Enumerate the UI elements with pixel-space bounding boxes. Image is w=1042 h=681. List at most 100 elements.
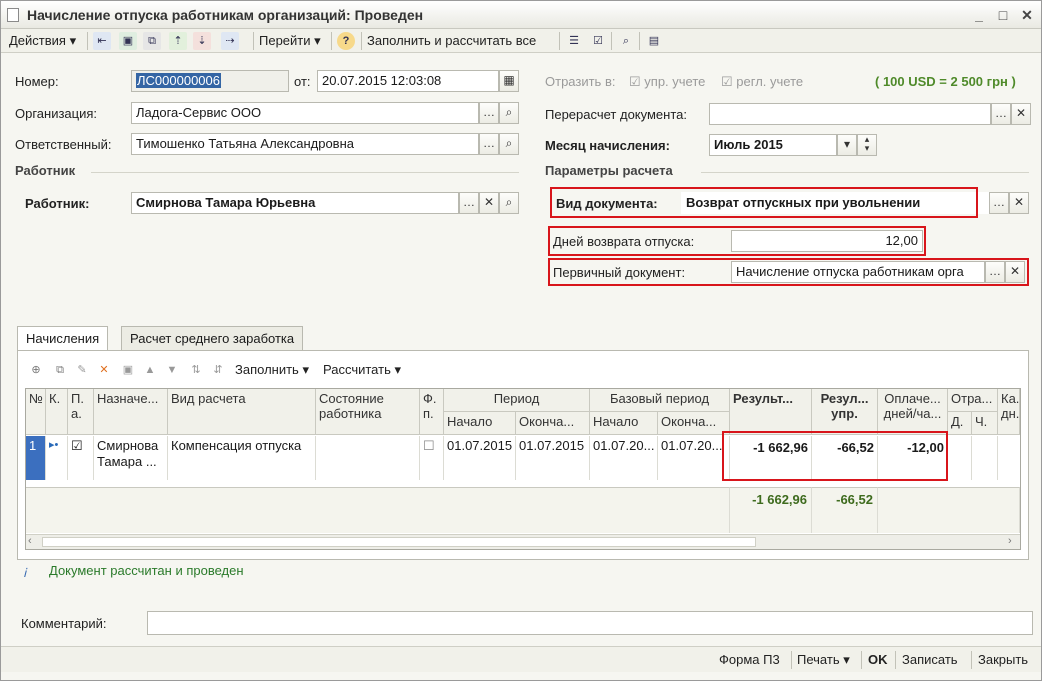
save-button[interactable]: Записать: [902, 652, 958, 667]
print-menu[interactable]: Печать ▾: [797, 652, 850, 668]
recalc-field[interactable]: [709, 103, 991, 125]
row-end[interactable]: 01.07.2015: [516, 436, 590, 480]
move-down-icon[interactable]: ⇣: [193, 32, 211, 50]
number-label: Номер:: [15, 74, 59, 89]
open-responsible-icon[interactable]: ⌕: [499, 133, 519, 155]
result-upr-line2: упр.: [831, 406, 858, 421]
fill-menu[interactable]: Заполнить ▾: [235, 360, 309, 380]
col-header-assignment[interactable]: Назначе...: [94, 389, 168, 435]
tab-average-earnings[interactable]: Расчет среднего заработка: [121, 326, 304, 351]
col-header-no[interactable]: №: [26, 389, 46, 435]
form-p3-button[interactable]: Форма П3: [719, 652, 780, 667]
select-worker-button[interactable]: …: [459, 192, 479, 214]
move-row-up-icon[interactable]: ▲: [141, 361, 159, 379]
month-spinner[interactable]: ▴ ▾: [857, 134, 877, 156]
calendar-icon[interactable]: ▦: [499, 70, 519, 92]
worker-field[interactable]: Смирнова Тамара Юрьевна: [131, 192, 459, 214]
open-organization-icon[interactable]: ⌕: [499, 102, 519, 124]
col-header-p[interactable]: П. а.: [68, 389, 94, 435]
month-field[interactable]: Июль 2015: [709, 134, 837, 156]
scroll-right-icon[interactable]: ›: [1008, 535, 1012, 547]
move-row-down-icon[interactable]: ▼: [163, 361, 181, 379]
month-dropdown-icon[interactable]: ▾: [837, 134, 857, 156]
calculate-menu[interactable]: Рассчитать ▾: [323, 360, 401, 380]
list-icon[interactable]: ☰: [565, 32, 583, 50]
row-number[interactable]: 1: [26, 436, 46, 480]
help-icon[interactable]: ?: [337, 32, 355, 50]
add-row-icon[interactable]: ⊕: [27, 361, 45, 379]
col-header-otr[interactable]: Отра...: [948, 389, 998, 412]
col-header-paid[interactable]: Оплаче... дней/ча...: [878, 389, 948, 435]
regl-checkbox[interactable]: ☑ регл. учете: [721, 74, 803, 90]
col-header-base-period[interactable]: Базовый период: [590, 389, 730, 412]
structure-icon[interactable]: ▣: [119, 32, 137, 50]
row-state[interactable]: [316, 436, 420, 480]
close-window-button[interactable]: ✕: [1017, 5, 1037, 25]
sort-asc-icon[interactable]: ⇅: [187, 361, 205, 379]
row-assignment[interactable]: Смирнова Тамара ...: [94, 436, 168, 480]
horizontal-scrollbar[interactable]: ‹ ›: [26, 534, 1020, 549]
number-field[interactable]: ЛС000000006: [131, 70, 289, 92]
row-f-checkbox[interactable]: ☐: [420, 436, 444, 480]
row-d[interactable]: [948, 436, 972, 480]
row-checkbox[interactable]: ☑: [68, 436, 94, 480]
goto-menu[interactable]: Перейти ▾: [259, 31, 321, 51]
col-header-ka[interactable]: Ка. дн.: [998, 389, 1020, 435]
preview-icon[interactable]: ⌕: [617, 32, 635, 50]
comment-field[interactable]: [147, 611, 1033, 635]
sort-desc-icon[interactable]: ⇵: [209, 361, 227, 379]
col-header-calc-type[interactable]: Вид расчета: [168, 389, 316, 435]
minimize-button[interactable]: _: [969, 5, 989, 25]
report-icon[interactable]: ▤: [645, 32, 663, 50]
date-field[interactable]: 20.07.2015 12:03:08: [317, 70, 499, 92]
delete-row-icon[interactable]: ✕: [95, 361, 113, 379]
open-worker-icon[interactable]: ⌕: [499, 192, 519, 214]
responsible-field[interactable]: Тимошенко Татьяна Александровна: [131, 133, 479, 155]
calculate-label: Рассчитать: [323, 362, 391, 377]
col-header-k[interactable]: К.: [46, 389, 68, 435]
row-calc-type[interactable]: Компенсация отпуска: [168, 436, 316, 480]
clear-doctype-button[interactable]: ✕: [1009, 192, 1029, 214]
col-header-d[interactable]: Д.: [948, 412, 972, 435]
select-responsible-button[interactable]: …: [479, 133, 499, 155]
col-header-end[interactable]: Оконча...: [516, 412, 590, 435]
col-header-result[interactable]: Результ...: [730, 389, 812, 435]
fill-calc-all-button[interactable]: Заполнить и рассчитать все: [367, 31, 536, 51]
row-base-start[interactable]: 01.07.20...: [590, 436, 658, 480]
select-recalc-button[interactable]: …: [991, 103, 1011, 125]
actions-menu[interactable]: Действия ▾: [9, 31, 76, 51]
copy-icon[interactable]: ⧉: [143, 32, 161, 50]
col-header-base-end[interactable]: Оконча...: [658, 412, 730, 435]
row-start[interactable]: 01.07.2015: [444, 436, 516, 480]
scroll-left-icon[interactable]: ‹: [28, 535, 32, 547]
select-doctype-button[interactable]: …: [989, 192, 1009, 214]
row-kind-icon[interactable]: ▸•: [46, 436, 68, 480]
organization-field[interactable]: Ладога-Сервис ООО: [131, 102, 479, 124]
col-header-state[interactable]: Состояние работника: [316, 389, 420, 435]
row-base-end[interactable]: 01.07.20...: [658, 436, 730, 480]
maximize-button[interactable]: □: [993, 5, 1013, 25]
row-ch[interactable]: [972, 436, 998, 480]
totals-row-spacer: [26, 487, 730, 533]
copy-row-icon[interactable]: ⧉: [51, 361, 69, 379]
select-organization-button[interactable]: …: [479, 102, 499, 124]
col-header-result-upr[interactable]: Резул... упр.: [812, 389, 878, 435]
col-header-start[interactable]: Начало: [444, 412, 516, 435]
upr-checkbox[interactable]: ☑ упр. учете: [629, 74, 705, 90]
clear-worker-button[interactable]: ✕: [479, 192, 499, 214]
ok-button[interactable]: OK: [868, 652, 888, 667]
move-up-icon[interactable]: ⇡: [169, 32, 187, 50]
based-on-icon[interactable]: ⇢: [221, 32, 239, 50]
close-button[interactable]: Закрыть: [978, 652, 1028, 667]
col-header-period[interactable]: Период: [444, 389, 590, 412]
scrollbar-thumb[interactable]: [42, 537, 756, 547]
post-icon[interactable]: ⇤: [93, 32, 111, 50]
col-header-f[interactable]: Ф. п.: [420, 389, 444, 435]
col-header-base-start[interactable]: Начало: [590, 412, 658, 435]
clear-recalc-button[interactable]: ✕: [1011, 103, 1031, 125]
edit-row-icon[interactable]: ✎: [73, 361, 91, 379]
tab-accruals[interactable]: Начисления: [17, 326, 109, 352]
col-header-ch[interactable]: Ч.: [972, 412, 998, 435]
checklist-icon[interactable]: ☑: [589, 32, 607, 50]
save-row-icon[interactable]: ▣: [119, 361, 137, 379]
